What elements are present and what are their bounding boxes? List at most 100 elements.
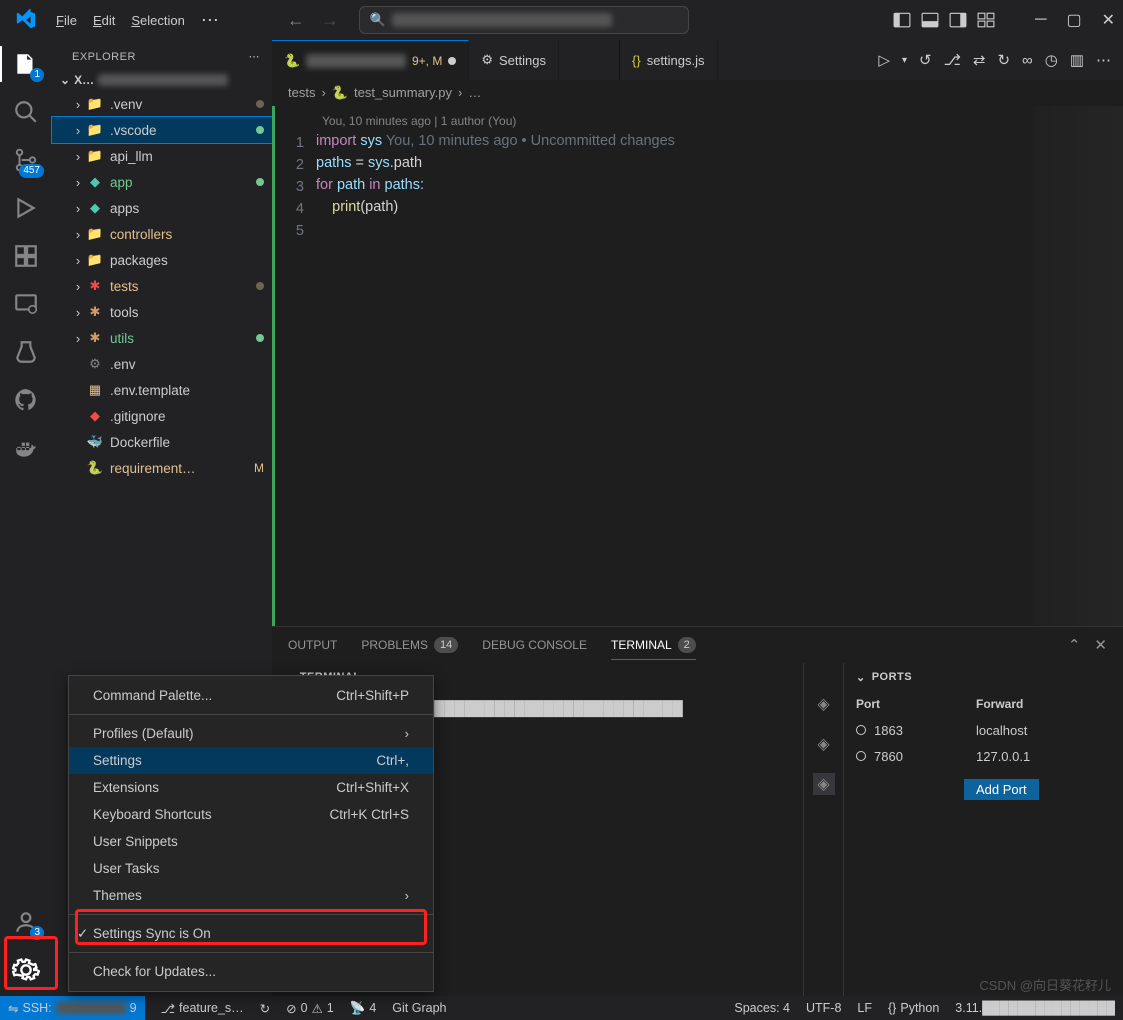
docker-icon[interactable] bbox=[12, 434, 40, 462]
tree-item-api_llm[interactable]: ›📁api_llm bbox=[52, 143, 272, 169]
git-branch-status[interactable]: ⎇ feature_s… bbox=[161, 1001, 244, 1016]
tree-item-apps[interactable]: ›◆apps bbox=[52, 195, 272, 221]
sync-icon[interactable]: ↻ bbox=[997, 51, 1010, 69]
tab-settings-json[interactable]: {} settings.js bbox=[619, 40, 718, 80]
maximize-icon[interactable]: ▢ bbox=[1066, 10, 1081, 30]
terminal-instance-3-icon[interactable]: ◈ bbox=[813, 773, 835, 795]
panel-tab-terminal[interactable]: TERMINAL2 bbox=[611, 637, 696, 660]
extensions-icon[interactable] bbox=[12, 242, 40, 270]
language-status[interactable]: {} Python bbox=[888, 1001, 939, 1015]
minimap[interactable] bbox=[1033, 106, 1123, 626]
run-debug-icon[interactable] bbox=[12, 194, 40, 222]
search-activity-icon[interactable] bbox=[12, 98, 40, 126]
add-port-button[interactable]: Add Port bbox=[964, 779, 1039, 800]
ports-status[interactable]: 📡 4 bbox=[350, 1001, 377, 1016]
layout-right-icon[interactable] bbox=[949, 11, 967, 29]
tree-item-vscode[interactable]: ›📁.vscode bbox=[52, 117, 272, 143]
layout-left-icon[interactable] bbox=[893, 11, 911, 29]
problems-status[interactable]: ⊘ 0 ⚠ 1 bbox=[286, 1001, 334, 1016]
layout-custom-icon[interactable] bbox=[977, 11, 995, 29]
tree-item-Dockerfile[interactable]: 🐳Dockerfile bbox=[52, 429, 272, 455]
eol-status[interactable]: LF bbox=[857, 1001, 872, 1015]
manage-gear-icon[interactable] bbox=[12, 956, 40, 984]
menu-profiles[interactable]: Profiles (Default)› bbox=[69, 720, 433, 747]
menu-extensions[interactable]: ExtensionsCtrl+Shift+X bbox=[69, 774, 433, 801]
menu-selection[interactable]: Selection bbox=[123, 13, 192, 28]
port-row-1863[interactable]: 1863localhost bbox=[844, 717, 1123, 743]
titlebar: FFileile Edit Selection ⋯ ← → 🔍 ─ ▢ ✕ bbox=[0, 0, 1123, 40]
tree-item-venv[interactable]: ›📁.venv bbox=[52, 91, 272, 117]
gitgraph-status[interactable]: Git Graph bbox=[392, 1001, 446, 1015]
tree-item-packages[interactable]: ›📁packages bbox=[52, 247, 272, 273]
source-control-icon[interactable]: 457 bbox=[12, 146, 40, 174]
scm-badge: 457 bbox=[19, 164, 44, 178]
tree-item-env[interactable]: ⚙.env bbox=[52, 351, 272, 377]
menu-check-updates[interactable]: Check for Updates... bbox=[69, 958, 433, 985]
tree-item-envtemplate[interactable]: ▦.env.template bbox=[52, 377, 272, 403]
git-branch-icon[interactable]: ⎇ bbox=[944, 51, 961, 69]
terminal-instance-1-icon[interactable]: ◈ bbox=[813, 693, 835, 715]
minimize-icon[interactable]: ─ bbox=[1035, 11, 1046, 29]
menu-user-tasks[interactable]: User Tasks bbox=[69, 855, 433, 882]
menu-command-palette[interactable]: Command Palette...Ctrl+Shift+P bbox=[69, 682, 433, 709]
account-icon[interactable]: 3 bbox=[12, 908, 40, 936]
tab-file-1[interactable]: 🐍 9+, M bbox=[272, 40, 469, 80]
menu-keyboard-shortcuts[interactable]: Keyboard ShortcutsCtrl+K Ctrl+S bbox=[69, 801, 433, 828]
remote-ssh-status[interactable]: ⇋ SSH:9 bbox=[0, 996, 145, 1020]
codelens[interactable]: You, 10 minutes ago | 1 author (You) bbox=[316, 110, 1123, 130]
tree-item-gitignore[interactable]: ◆.gitignore bbox=[52, 403, 272, 429]
panel-tab-debug[interactable]: DEBUG CONSOLE bbox=[482, 638, 587, 652]
menu-themes[interactable]: Themes› bbox=[69, 882, 433, 909]
tree-item-utils[interactable]: ›✱utils bbox=[52, 325, 272, 351]
python-env-status[interactable]: 3.11.███████████████ bbox=[955, 1001, 1115, 1015]
remote-explorer-icon[interactable] bbox=[12, 290, 40, 318]
history-icon[interactable]: ↺ bbox=[919, 51, 932, 69]
panel-maximize-icon[interactable]: ⌃ bbox=[1068, 636, 1081, 654]
link-icon[interactable]: ∞ bbox=[1022, 52, 1033, 69]
tree-item-tools[interactable]: ›✱tools bbox=[52, 299, 272, 325]
timer-icon[interactable]: ◷ bbox=[1045, 51, 1058, 69]
sync-status[interactable]: ↻ bbox=[260, 1001, 270, 1016]
menu-settings-sync[interactable]: ✓Settings Sync is On bbox=[69, 920, 433, 947]
spaces-status[interactable]: Spaces: 4 bbox=[734, 1001, 790, 1015]
nav-forward-icon[interactable]: → bbox=[321, 10, 339, 31]
menu-user-snippets[interactable]: User Snippets bbox=[69, 828, 433, 855]
explorer-icon[interactable]: 1 bbox=[12, 50, 40, 78]
play-dropdown-icon[interactable]: ▾ bbox=[902, 55, 907, 66]
code-editor[interactable]: 12345 You, 10 minutes ago | 1 author (Yo… bbox=[272, 106, 1123, 626]
tree-item-requirement[interactable]: 🐍requirement…M bbox=[52, 455, 272, 481]
github-icon[interactable] bbox=[12, 386, 40, 414]
panel-tab-output[interactable]: OUTPUT bbox=[288, 638, 337, 652]
editor-more-icon[interactable]: ⋯ bbox=[1096, 51, 1111, 69]
port-row-7860[interactable]: 7860127.0.0.1 bbox=[844, 743, 1123, 769]
menu-file[interactable]: FFileile bbox=[48, 13, 85, 28]
layout-bottom-icon[interactable] bbox=[921, 11, 939, 29]
tree-item-tests[interactable]: ›✱tests bbox=[52, 273, 272, 299]
menu-more-icon[interactable]: ⋯ bbox=[193, 10, 227, 31]
nav-back-icon[interactable]: ← bbox=[287, 10, 305, 31]
project-header[interactable]: ⌄X… bbox=[52, 69, 272, 91]
play-icon[interactable]: ▷ bbox=[878, 51, 890, 69]
close-icon[interactable]: ✕ bbox=[1102, 10, 1115, 30]
compare-icon[interactable]: ⇄ bbox=[973, 51, 986, 69]
command-center[interactable]: 🔍 bbox=[359, 6, 689, 34]
tab-settings[interactable]: ⚙ Settings bbox=[469, 40, 559, 80]
encoding-status[interactable]: UTF-8 bbox=[806, 1001, 841, 1015]
python-icon: 🐍 bbox=[284, 53, 300, 69]
panel-tab-problems[interactable]: PROBLEMS14 bbox=[361, 637, 458, 653]
status-bar: ⇋ SSH:9 ⎇ feature_s… ↻ ⊘ 0 ⚠ 1 📡 4 Git G… bbox=[0, 996, 1123, 1020]
testing-icon[interactable] bbox=[12, 338, 40, 366]
account-badge: 3 bbox=[30, 926, 44, 940]
watermark: CSDN @向日葵花籽儿 bbox=[979, 975, 1111, 994]
sidebar-more-icon[interactable]: ⋯ bbox=[249, 50, 261, 63]
split-editor-icon[interactable]: ▥ bbox=[1070, 51, 1084, 69]
breadcrumb[interactable]: tests› 🐍test_summary.py› … bbox=[272, 80, 1123, 106]
tree-item-app[interactable]: ›◆app bbox=[52, 169, 272, 195]
terminal-instance-2-icon[interactable]: ◈ bbox=[813, 733, 835, 755]
ports-header[interactable]: PORTS bbox=[872, 671, 912, 683]
tree-item-controllers[interactable]: ›📁controllers bbox=[52, 221, 272, 247]
menu-settings[interactable]: SettingsCtrl+, bbox=[69, 747, 433, 774]
panel-close-icon[interactable]: ✕ bbox=[1094, 636, 1107, 654]
menu-edit[interactable]: Edit bbox=[85, 13, 123, 28]
check-icon: ✓ bbox=[77, 926, 88, 942]
